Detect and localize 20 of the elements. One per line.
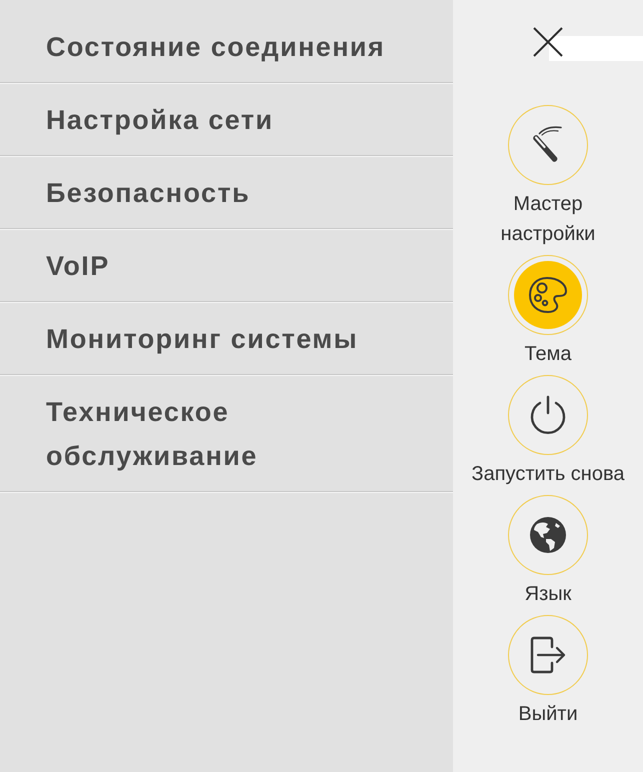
button-label[interactable]: Запустить снова <box>465 459 631 489</box>
palette-icon <box>528 276 568 314</box>
logout-icon <box>529 636 567 674</box>
restart-button[interactable] <box>508 375 588 455</box>
button-label[interactable]: Тема <box>465 339 631 369</box>
menu-item[interactable]: Состояние соединения <box>0 0 453 83</box>
logout-button[interactable] <box>508 615 588 695</box>
button-label[interactable]: Мастер настройки <box>465 189 631 249</box>
menu-item[interactable]: Настройка сети <box>0 84 453 156</box>
power-icon <box>529 395 567 435</box>
globe-icon <box>530 517 566 553</box>
close-button[interactable] <box>533 27 563 57</box>
language-button[interactable] <box>508 495 588 575</box>
button-label[interactable]: Выйти <box>465 699 631 729</box>
menu-item[interactable]: VoIP <box>0 230 453 302</box>
menu-item[interactable]: Безопасность <box>0 157 453 229</box>
menu-item[interactable]: Мониторинг системы <box>0 303 453 375</box>
button-label[interactable]: Язык <box>465 579 631 609</box>
close-icon <box>533 27 563 57</box>
setup-wizard-button[interactable] <box>508 105 588 185</box>
